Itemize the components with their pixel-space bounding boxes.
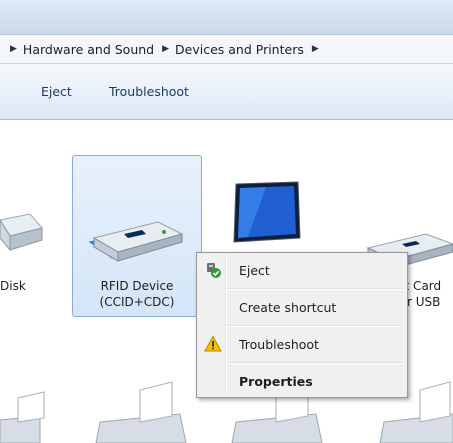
menu-separator [227, 288, 403, 290]
device-label-line1: RFID Device [100, 279, 174, 293]
command-bar: Eject Troubleshoot [0, 64, 453, 120]
monitor-icon [233, 181, 301, 243]
eject-icon [199, 259, 227, 281]
breadcrumb-label[interactable]: Devices and Printers [175, 42, 304, 57]
menu-item-troubleshoot[interactable]: Troubleshoot [199, 331, 405, 357]
device-disk[interactable]: Disk [0, 198, 48, 293]
menu-item-label: Eject [239, 262, 270, 278]
printer-icon [95, 381, 187, 443]
printer-icon [0, 391, 45, 443]
device-label-line2: (CCID+CDC) [99, 295, 175, 309]
menu-item-create-shortcut[interactable]: Create shortcut [199, 294, 405, 320]
breadcrumb-arrow-icon[interactable]: ▶ [10, 44, 17, 54]
window-title-bar [0, 0, 453, 34]
menu-item-label: Properties [239, 373, 313, 389]
menu-separator [227, 362, 403, 364]
address-bar[interactable]: ▶ Hardware and Sound ▶ Devices and Print… [0, 34, 453, 64]
disk-drive-icon [0, 213, 43, 252]
eject-button[interactable]: Eject [41, 84, 72, 99]
breadcrumb-devices-and-printers[interactable]: ▶ Devices and Printers [162, 42, 304, 57]
breadcrumb-dropdown-arrow-icon[interactable]: ▶ [312, 44, 319, 54]
device-label: Disk [0, 279, 26, 293]
breadcrumb-label[interactable]: Hardware and Sound [23, 42, 154, 57]
warning-icon [199, 333, 227, 355]
menu-item-label: Troubleshoot [239, 336, 319, 352]
breadcrumb-arrow-icon[interactable]: ▶ [162, 44, 169, 54]
troubleshoot-button[interactable]: Troubleshoot [109, 84, 189, 99]
card-reader-icon [88, 221, 184, 262]
menu-item-label: Create shortcut [239, 299, 337, 315]
menu-separator [227, 325, 403, 327]
menu-item-properties[interactable]: Properties [199, 368, 405, 394]
device-monitor[interactable] [228, 180, 318, 255]
menu-item-eject[interactable]: Eject [199, 257, 405, 283]
device-rfid[interactable]: RFID Device (CCID+CDC) [72, 190, 202, 309]
breadcrumb-hardware-and-sound[interactable]: ▶ Hardware and Sound [10, 42, 154, 57]
context-menu: Eject Create shortcut Troubleshoot Prope… [196, 252, 408, 398]
